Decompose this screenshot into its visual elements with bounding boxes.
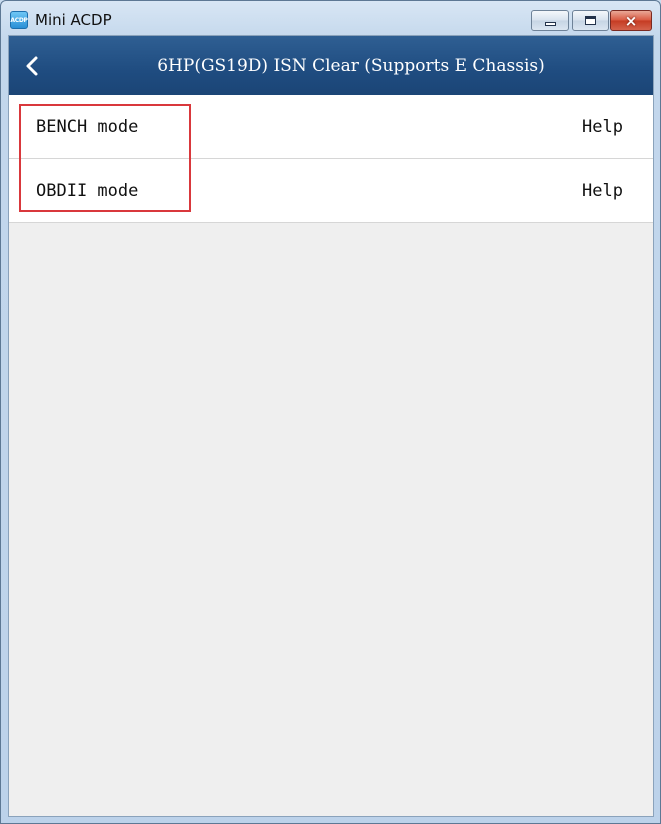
app-window: ACDP Mini ACDP × 6HP(GS19D) ISN Clear (S… xyxy=(0,0,661,824)
help-link[interactable]: Help xyxy=(582,95,623,159)
app-logo-icon: ACDP xyxy=(10,11,28,29)
page-title: 6HP(GS19D) ISN Clear (Supports E Chassis… xyxy=(157,55,545,76)
back-button[interactable] xyxy=(19,50,49,82)
window-title: Mini ACDP xyxy=(35,11,112,29)
maximize-button[interactable] xyxy=(572,10,609,31)
chevron-left-icon xyxy=(26,56,38,76)
minimize-button[interactable] xyxy=(531,10,569,31)
page-header: 6HP(GS19D) ISN Clear (Supports E Chassis… xyxy=(9,36,653,95)
client-area: 6HP(GS19D) ISN Clear (Supports E Chassis… xyxy=(8,35,654,817)
close-button[interactable]: × xyxy=(610,10,652,31)
menu-item-label: OBDII mode xyxy=(36,181,139,201)
menu-item-label: BENCH mode xyxy=(36,117,139,137)
title-bar[interactable]: ACDP Mini ACDP × xyxy=(1,1,660,35)
minimize-icon xyxy=(545,22,556,26)
mode-menu: BENCH mode Help OBDII mode Help xyxy=(9,95,653,223)
maximize-icon xyxy=(585,16,596,25)
help-link[interactable]: Help xyxy=(582,159,623,223)
menu-item-bench-mode[interactable]: BENCH mode Help xyxy=(9,95,653,159)
menu-item-obdii-mode[interactable]: OBDII mode Help xyxy=(9,159,653,223)
close-icon: × xyxy=(624,11,638,30)
